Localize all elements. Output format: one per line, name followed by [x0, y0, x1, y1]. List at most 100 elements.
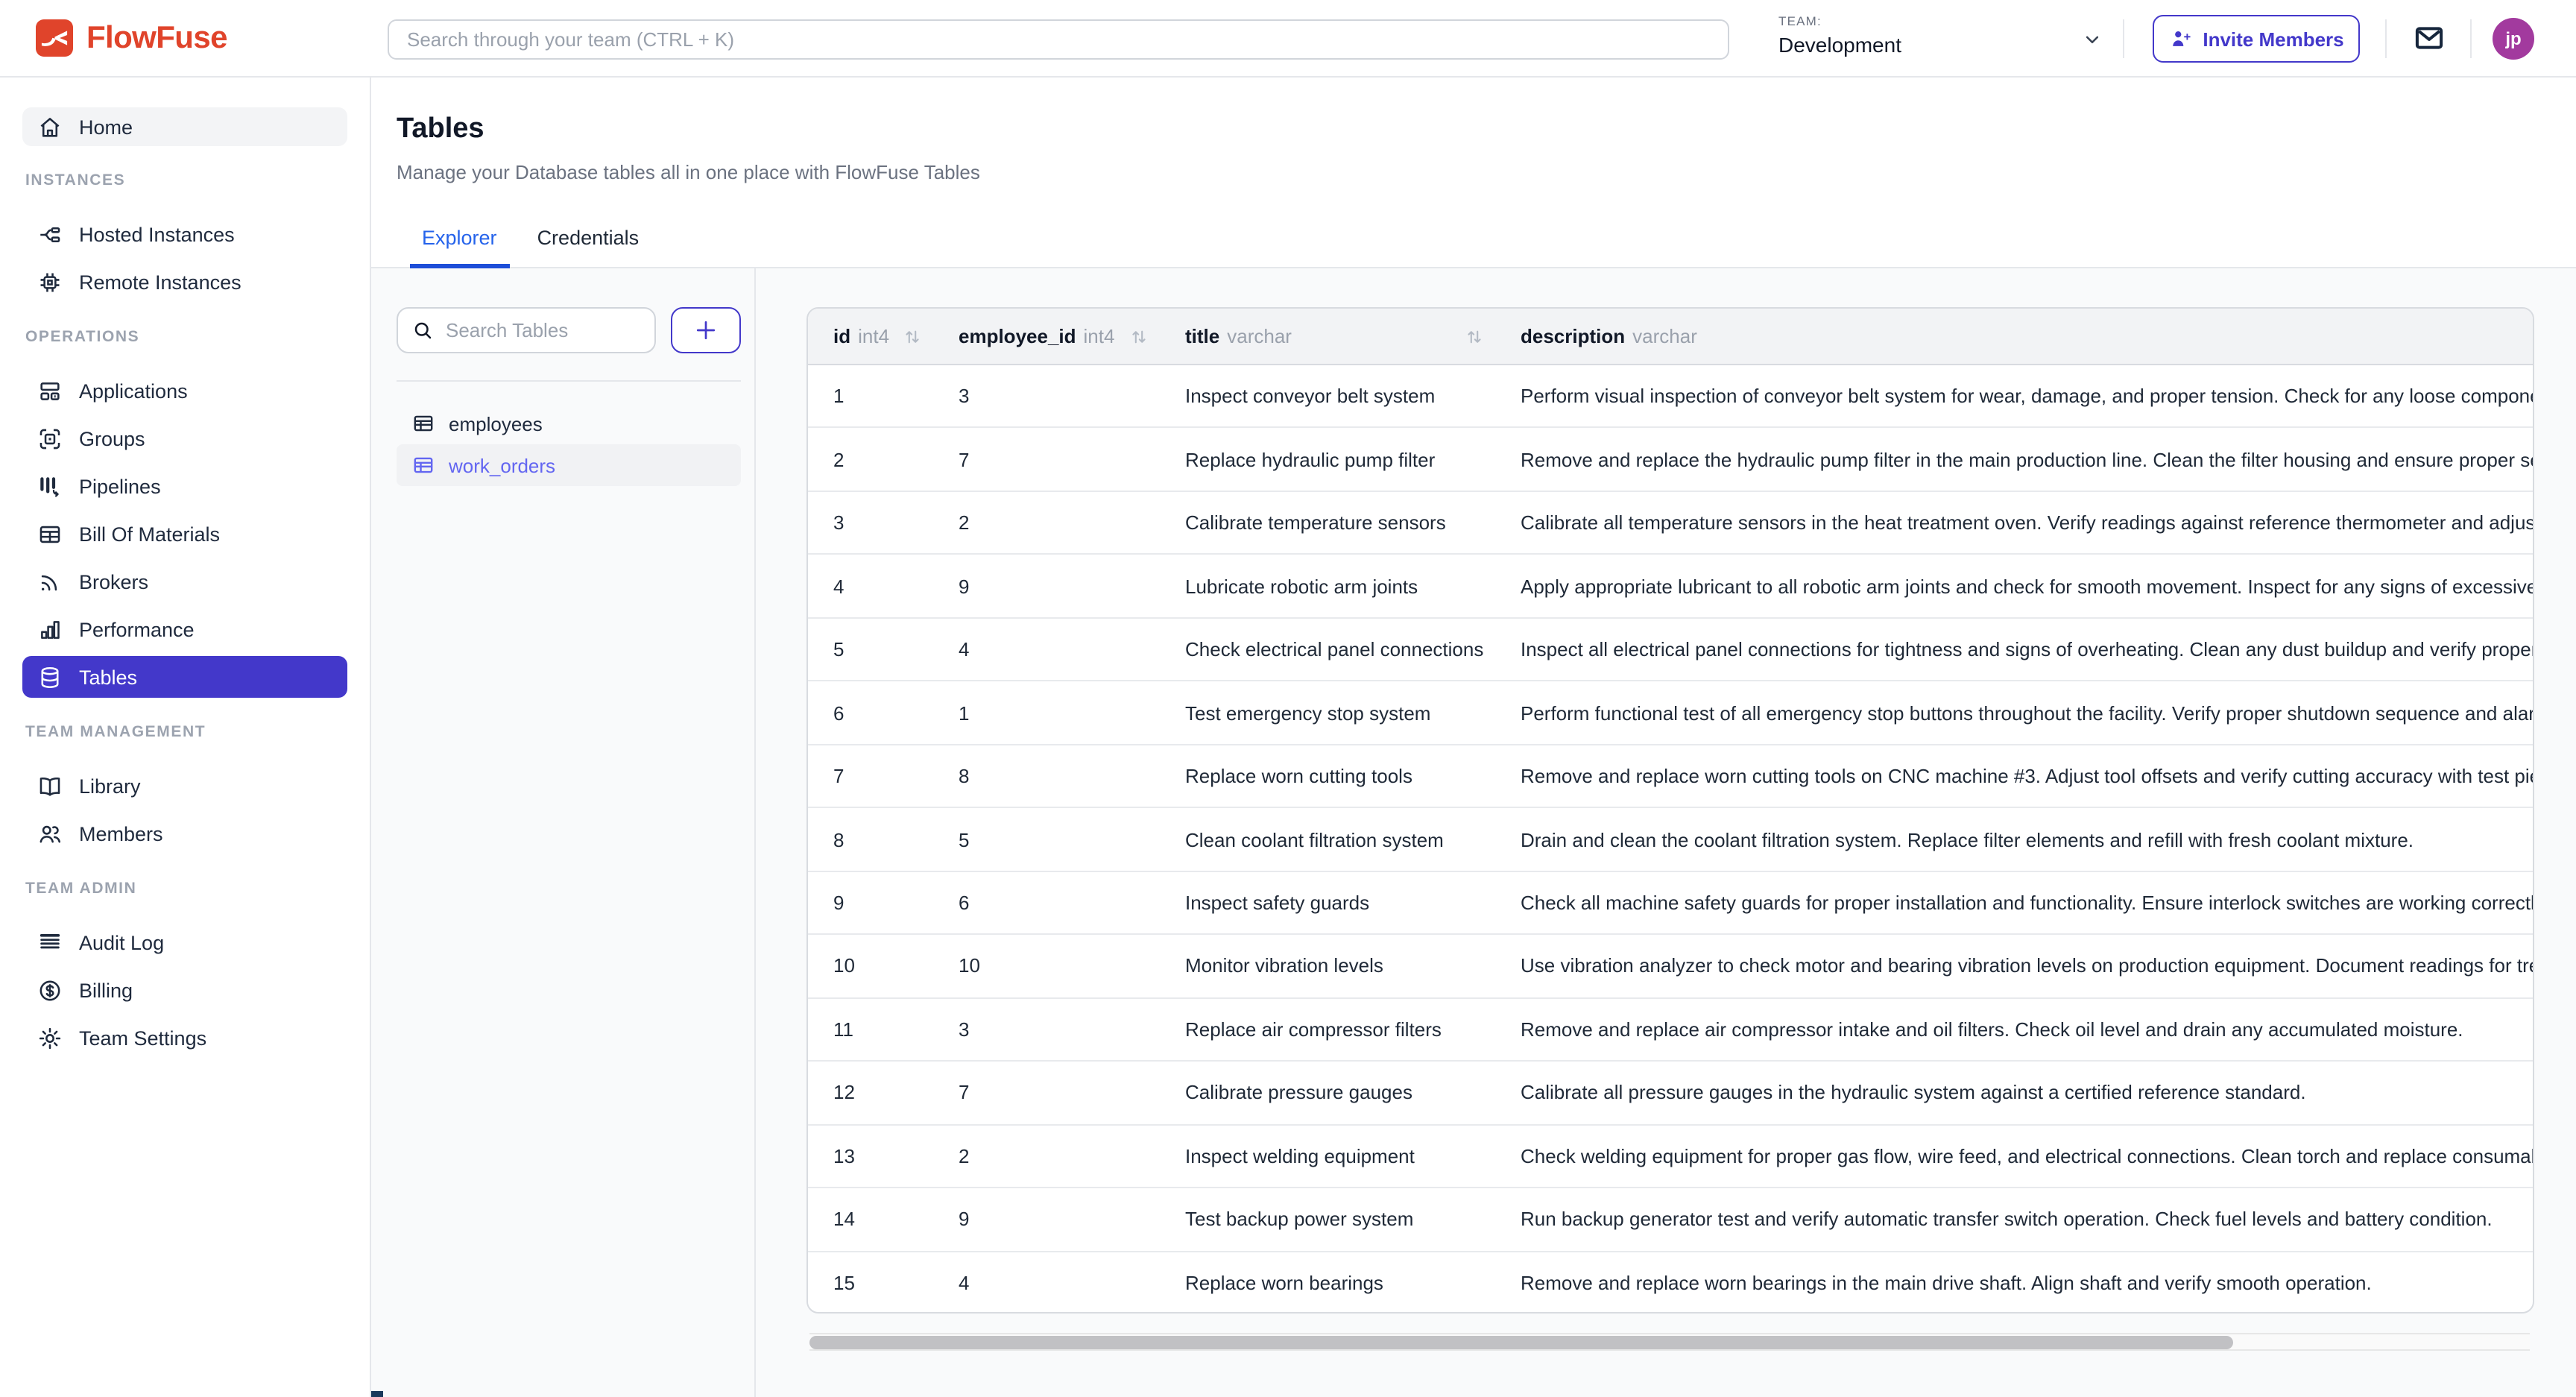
- sidebar-item-tables[interactable]: Tables: [22, 656, 347, 698]
- invite-members-label: Invite Members: [2203, 28, 2343, 50]
- horizontal-scrollbar-track[interactable]: [809, 1333, 2530, 1351]
- column-header-title[interactable]: titlevarchar: [1160, 309, 1495, 364]
- cell-id: 14: [808, 1208, 933, 1231]
- table-row[interactable]: 27Replace hydraulic pump filterRemove an…: [808, 429, 2533, 492]
- sidebar-item-label: Members: [79, 822, 163, 845]
- tables-list-panel: employeeswork_orders: [397, 307, 741, 486]
- billing-icon: [37, 977, 63, 1003]
- tab-credentials[interactable]: Credentials: [525, 227, 652, 268]
- table-row[interactable]: 96Inspect safety guardsCheck all machine…: [808, 872, 2533, 936]
- sidebar-nav: INSTANCESHosted InstancesRemote Instance…: [22, 168, 347, 1059]
- pipelines-icon: [37, 473, 63, 499]
- sidebar-item-billing[interactable]: Billing: [22, 969, 347, 1011]
- cell-id: 7: [808, 765, 933, 787]
- cell-description: Perform functional test of all emergency…: [1495, 701, 2533, 724]
- explorer-content: employeeswork_orders idint4employee_idin…: [371, 268, 2576, 1397]
- table-row[interactable]: 13Inspect conveyor belt systemPerform vi…: [808, 365, 2533, 429]
- nav-section-team-admin: TEAM ADMIN: [22, 877, 347, 901]
- sidebar-item-label: Performance: [79, 618, 195, 640]
- column-type: varchar: [1227, 325, 1292, 347]
- search-tables-input[interactable]: [397, 307, 656, 353]
- table-row[interactable]: 54Check electrical panel connectionsInsp…: [808, 619, 2533, 682]
- cell-id: 8: [808, 828, 933, 851]
- sidebar-item-library[interactable]: Library: [22, 765, 347, 807]
- team-selector[interactable]: TEAM: Development: [1778, 13, 1901, 57]
- table-row[interactable]: 32Calibrate temperature sensorsCalibrate…: [808, 492, 2533, 555]
- sidebar-item-home[interactable]: Home: [22, 107, 347, 146]
- cell-employee_id: 7: [933, 1082, 1160, 1104]
- brokers-icon: [37, 569, 63, 594]
- cell-id: 1: [808, 385, 933, 407]
- sidebar-item-brokers[interactable]: Brokers: [22, 561, 347, 602]
- tab-explorer[interactable]: Explorer: [409, 227, 510, 268]
- sidebar-item-label: Home: [79, 116, 133, 138]
- sidebar-item-performance[interactable]: Performance: [22, 608, 347, 650]
- horizontal-scrollbar-thumb[interactable]: [809, 1336, 2233, 1349]
- add-table-button[interactable]: [671, 307, 741, 353]
- members-icon: [37, 821, 63, 846]
- groups-icon: [37, 426, 63, 451]
- sidebar-item-audit-log[interactable]: Audit Log: [22, 921, 347, 963]
- table-row[interactable]: 85Clean coolant filtration systemDrain a…: [808, 809, 2533, 872]
- cell-title: Test backup power system: [1160, 1208, 1495, 1231]
- table-list-item-employees[interactable]: employees: [397, 403, 741, 444]
- sidebar: Home INSTANCESHosted InstancesRemote Ins…: [0, 78, 371, 1397]
- cell-id: 12: [808, 1082, 933, 1104]
- table-list-item-work-orders[interactable]: work_orders: [397, 444, 741, 486]
- sidebar-item-label: Remote Instances: [79, 271, 242, 293]
- sidebar-item-label: Brokers: [79, 570, 148, 593]
- sidebar-item-team-settings[interactable]: Team Settings: [22, 1017, 347, 1059]
- table-row[interactable]: 132Inspect welding equipmentCheck weldin…: [808, 1125, 2533, 1188]
- table-row[interactable]: 113Replace air compressor filtersRemove …: [808, 998, 2533, 1062]
- table-row[interactable]: 154Replace worn bearingsRemove and repla…: [808, 1252, 2533, 1314]
- cell-description: Remove and replace air compressor intake…: [1495, 1018, 2533, 1041]
- column-header-description[interactable]: descriptionvarchar: [1495, 309, 2533, 364]
- column-header-employee-id[interactable]: employee_idint4: [933, 309, 1160, 364]
- invite-members-button[interactable]: Invite Members: [2153, 15, 2360, 63]
- cell-id: 11: [808, 1018, 933, 1041]
- avatar[interactable]: jp: [2493, 18, 2534, 60]
- team-settings-icon: [37, 1025, 63, 1050]
- table-row[interactable]: 127Calibrate pressure gaugesCalibrate al…: [808, 1062, 2533, 1125]
- table-row[interactable]: 1010Monitor vibration levelsUse vibratio…: [808, 935, 2533, 998]
- table-row[interactable]: 61Test emergency stop systemPerform func…: [808, 682, 2533, 745]
- sidebar-item-members[interactable]: Members: [22, 813, 347, 854]
- cell-employee_id: 10: [933, 955, 1160, 977]
- team-search-input[interactable]: [388, 19, 1729, 60]
- sidebar-item-hosted-instances[interactable]: Hosted Instances: [22, 213, 347, 255]
- sort-icon: [1128, 326, 1149, 347]
- cell-title: Replace worn cutting tools: [1160, 765, 1495, 787]
- mail-icon[interactable]: [2412, 21, 2446, 55]
- team-label: TEAM:: [1778, 13, 1901, 28]
- sidebar-item-label: Groups: [79, 427, 145, 450]
- table-row[interactable]: 149Test backup power systemRun backup ge…: [808, 1188, 2533, 1252]
- cell-id: 13: [808, 1145, 933, 1167]
- sidebar-item-label: Applications: [79, 379, 188, 402]
- cell-id: 6: [808, 701, 933, 724]
- sidebar-item-groups[interactable]: Groups: [22, 417, 347, 459]
- chevron-down-icon[interactable]: [2081, 28, 2103, 51]
- table-row[interactable]: 49Lubricate robotic arm jointsApply appr…: [808, 555, 2533, 619]
- cell-description: Remove and replace worn cutting tools on…: [1495, 765, 2533, 787]
- remote-instances-icon: [37, 269, 63, 294]
- cell-id: 15: [808, 1273, 933, 1295]
- brand-name: FlowFuse: [86, 20, 227, 56]
- cell-title: Calibrate temperature sensors: [1160, 511, 1495, 534]
- cell-description: Check welding equipment for proper gas f…: [1495, 1145, 2533, 1167]
- sidebar-item-label: Hosted Instances: [79, 223, 235, 245]
- search-icon: [411, 319, 434, 341]
- column-header-id[interactable]: idint4: [808, 309, 933, 364]
- sidebar-item-label: Bill Of Materials: [79, 523, 220, 545]
- main-content: Tables Manage your Database tables all i…: [371, 78, 2576, 1397]
- tables-list: employeeswork_orders: [397, 403, 741, 486]
- sidebar-item-pipelines[interactable]: Pipelines: [22, 465, 347, 507]
- sidebar-item-bill-of-materials[interactable]: Bill Of Materials: [22, 513, 347, 555]
- table-row[interactable]: 78Replace worn cutting toolsRemove and r…: [808, 745, 2533, 809]
- cell-employee_id: 5: [933, 828, 1160, 851]
- sidebar-item-remote-instances[interactable]: Remote Instances: [22, 261, 347, 303]
- nav-section-operations: OPERATIONS: [22, 325, 347, 349]
- cell-id: 3: [808, 511, 933, 534]
- brand[interactable]: FlowFuse: [36, 19, 227, 57]
- sidebar-item-applications[interactable]: Applications: [22, 370, 347, 411]
- column-type: int4: [1084, 325, 1115, 347]
